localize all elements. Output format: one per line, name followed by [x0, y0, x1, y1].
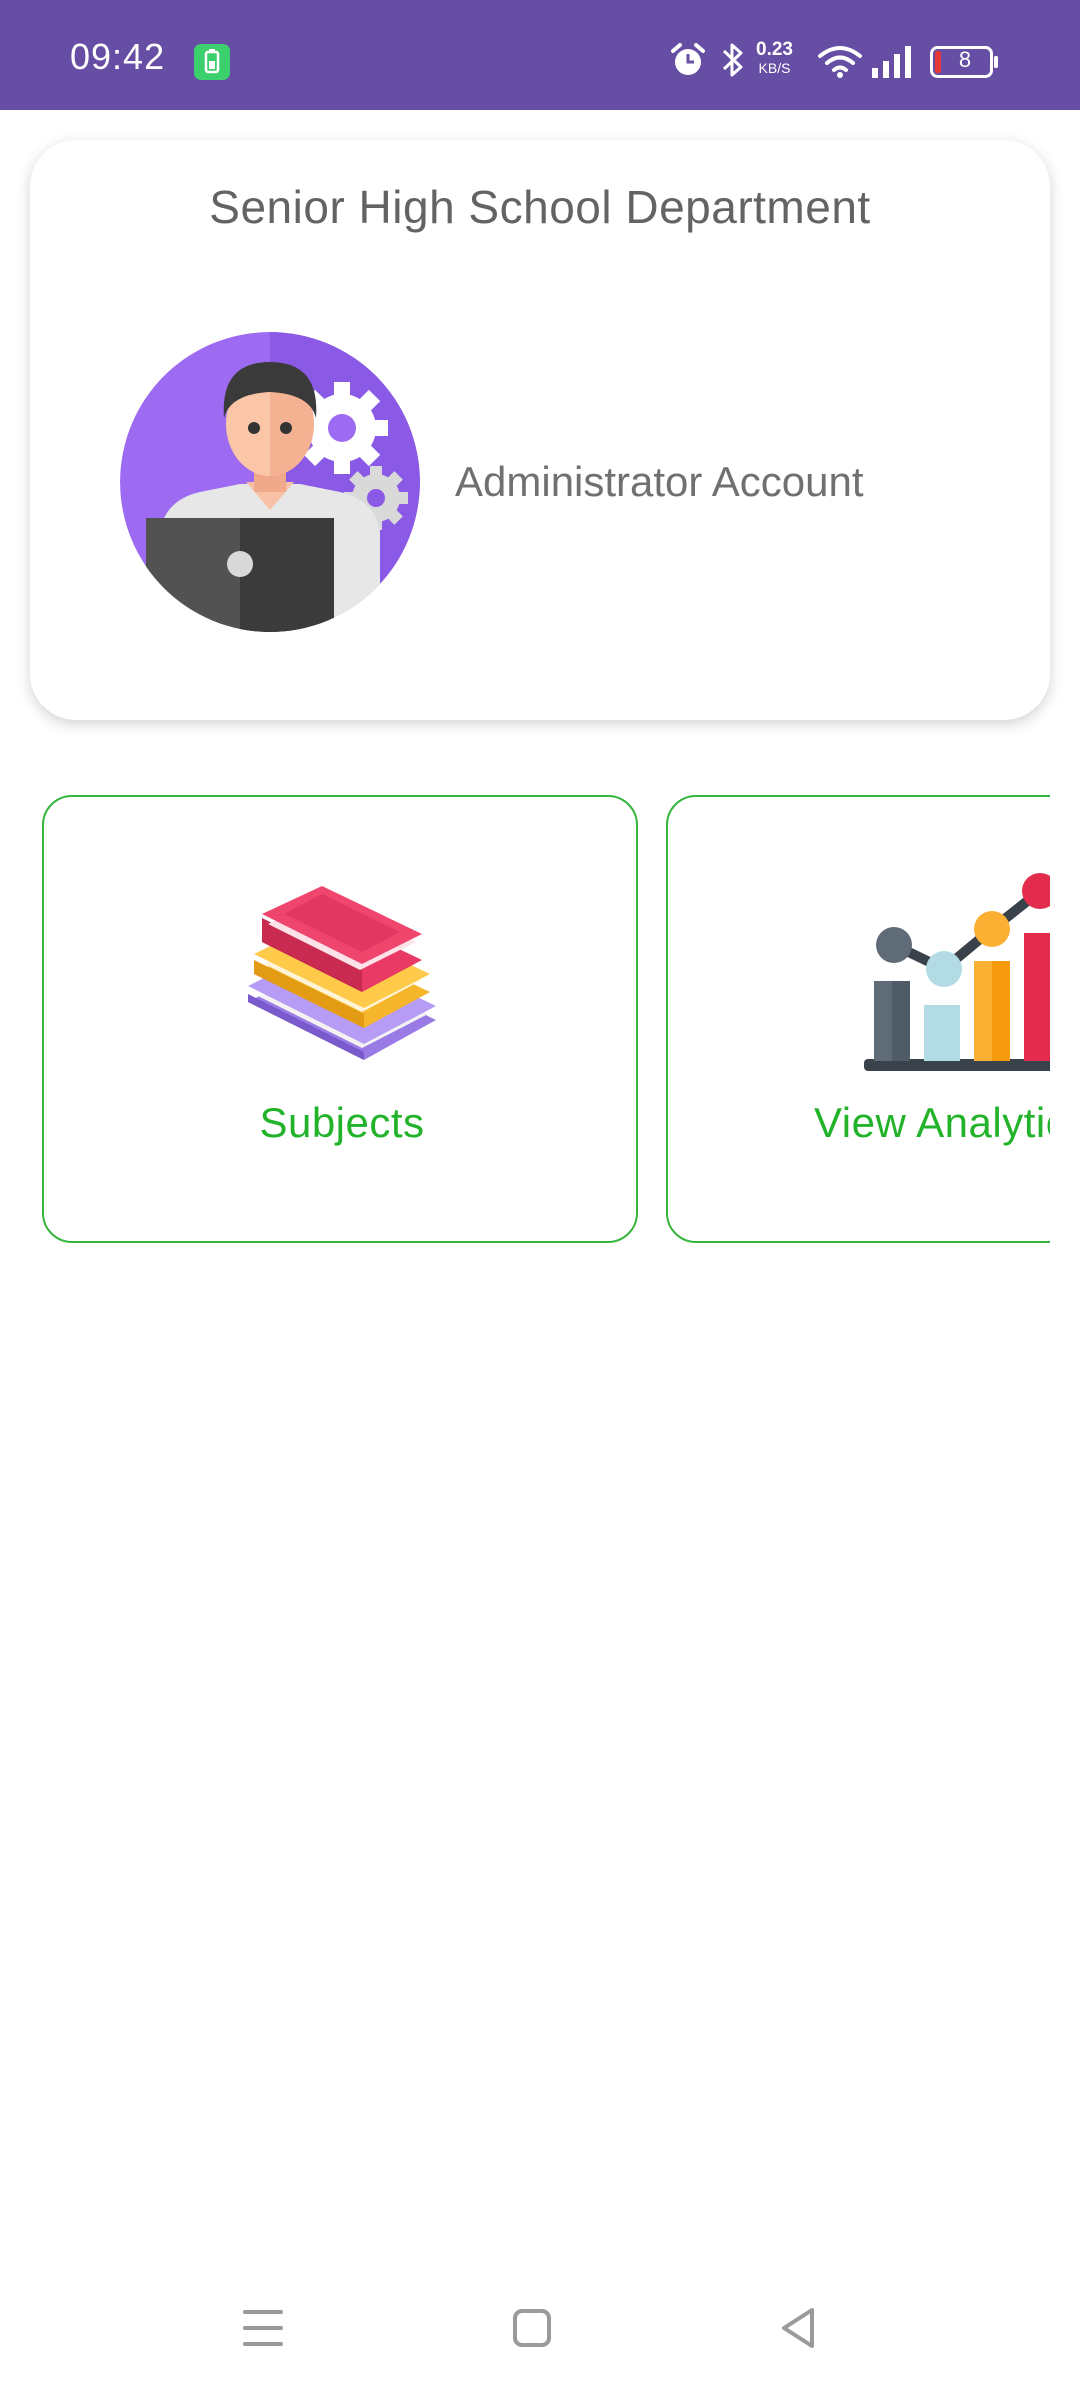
view-analytics-label: View Analytics: [814, 1099, 1050, 1146]
analytics-chart-icon: [864, 873, 1050, 1071]
department-card: Senior High School Department Administra…: [30, 140, 1050, 720]
page-title: Senior High School Department: [209, 181, 871, 233]
alarm-icon: [671, 43, 705, 75]
system-nav-bar: [0, 2290, 1080, 2370]
subjects-tile[interactable]: Subjects: [42, 795, 638, 1243]
battery-level: 8: [958, 47, 972, 72]
bluetooth-icon: [722, 43, 743, 77]
network-speed: 0.23 KB/S: [756, 39, 793, 76]
view-analytics-tile[interactable]: View Analytics: [666, 795, 1050, 1243]
home-icon[interactable]: [502, 2298, 562, 2358]
signal-icon: [872, 46, 911, 78]
books-icon: [248, 886, 436, 1060]
status-time: 09:42: [70, 36, 166, 77]
wifi-icon: [818, 46, 862, 78]
menu-tiles: Subjects View Analytics: [0, 795, 1050, 1245]
account-label: Administrator Account: [455, 458, 864, 505]
menu-icon[interactable]: [233, 2298, 293, 2358]
subjects-label: Subjects: [259, 1099, 425, 1146]
battery-saver-app-icon: [194, 44, 230, 80]
status-bar: 09:42 0.23 KB/S 8: [0, 0, 1080, 110]
admin-avatar-icon: [120, 332, 420, 632]
back-icon[interactable]: [768, 2298, 828, 2358]
